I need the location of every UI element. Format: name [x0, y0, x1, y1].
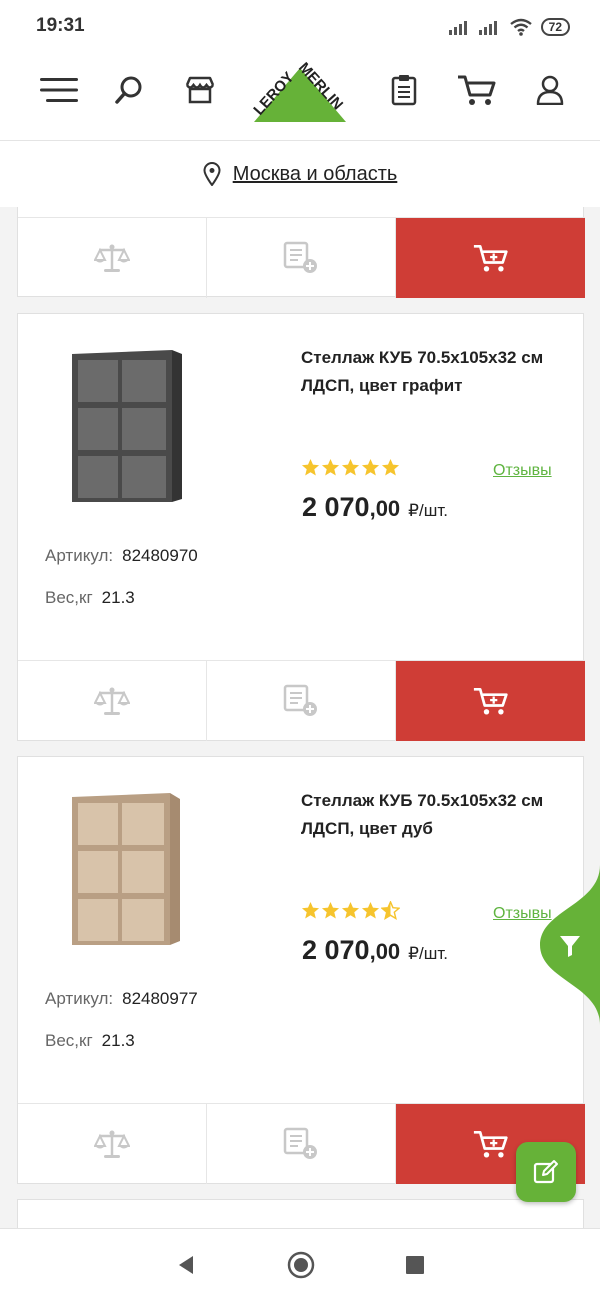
cart-button[interactable] — [456, 52, 498, 128]
store-icon — [185, 76, 215, 104]
product-image[interactable] — [58, 785, 188, 955]
menu-icon — [40, 78, 78, 102]
add-to-list-icon — [283, 684, 317, 716]
article-label: Артикул: — [45, 546, 114, 565]
add-to-cart-button[interactable] — [396, 661, 585, 741]
product-card[interactable]: Стеллаж КУБ 70.5x105x32 см ЛДСП, цвет ду… — [17, 756, 585, 1184]
weight-row: Вес,кг 21.3 — [45, 588, 135, 608]
product-title[interactable]: Стеллаж КУБ 70.5x105x32 см ЛДСП, цвет ду… — [301, 787, 561, 843]
signal-icon — [478, 21, 497, 35]
add-to-cart-button[interactable] — [396, 218, 585, 298]
cart-icon — [473, 687, 508, 715]
stores-button[interactable] — [183, 52, 217, 128]
price-unit: ₽/шт. — [408, 944, 448, 963]
battery-indicator: 72 — [540, 18, 570, 36]
home-icon[interactable] — [287, 1251, 315, 1279]
compare-button[interactable] — [18, 1104, 207, 1184]
product-price: 2 070 ,00 ₽/шт. — [302, 935, 448, 966]
shopping-list-icon — [391, 75, 417, 106]
product-title[interactable]: Стеллаж КУБ 70.5x105x32 см ЛДСП, цвет гр… — [301, 344, 561, 400]
rating-stars — [301, 458, 400, 477]
product-card[interactable] — [17, 1199, 584, 1228]
article-row: Артикул: 82480977 — [45, 989, 198, 1009]
feedback-button[interactable] — [516, 1142, 576, 1202]
card-actions — [18, 660, 585, 741]
cart-icon — [473, 1130, 508, 1158]
star-icon — [301, 901, 320, 919]
leroy-merlin-logo[interactable]: LEROY MERLIN — [248, 56, 352, 124]
profile-icon — [536, 75, 564, 105]
price-fraction: ,00 — [369, 496, 401, 521]
status-bar: 19:31 72 — [0, 0, 600, 52]
search-button[interactable] — [112, 52, 146, 128]
cart-icon — [473, 244, 508, 272]
weight-label: Вес,кг — [45, 588, 93, 607]
product-card[interactable]: Стеллаж КУБ 70.5x105x32 см ЛДСП, цвет гр… — [17, 313, 585, 741]
signal-icon — [448, 21, 467, 35]
app-header: LEROY MERLIN — [0, 52, 600, 141]
compare-scales-icon — [94, 244, 130, 272]
recents-icon[interactable] — [405, 1255, 425, 1275]
cart-icon — [458, 75, 496, 105]
profile-button[interactable] — [533, 52, 567, 128]
location-pin-icon — [203, 162, 221, 186]
shopping-list-button[interactable] — [388, 52, 420, 128]
star-icon — [321, 901, 340, 919]
product-list[interactable]: Стеллаж КУБ 70.5x105x32 см ЛДСП, цвет гр… — [0, 207, 600, 1228]
compare-button[interactable] — [18, 661, 207, 741]
star-icon — [381, 458, 400, 476]
location-selector[interactable]: Москва и область — [0, 141, 600, 207]
price-integer: 2 070 — [302, 935, 370, 965]
back-icon[interactable] — [175, 1254, 197, 1276]
product-image[interactable] — [58, 342, 188, 512]
star-icon — [361, 901, 380, 919]
card-actions — [18, 217, 585, 298]
star-icon — [341, 901, 360, 919]
wifi-icon — [509, 18, 532, 36]
status-icons: 72 — [448, 16, 570, 38]
compare-scales-icon — [94, 687, 130, 715]
article-label: Артикул: — [45, 989, 114, 1008]
weight-row: Вес,кг 21.3 — [45, 1031, 135, 1051]
star-icon — [321, 458, 340, 476]
add-to-list-button[interactable] — [207, 218, 396, 298]
star-icon — [341, 458, 360, 476]
price-fraction: ,00 — [369, 939, 401, 964]
status-time: 19:31 — [36, 15, 85, 36]
weight-value: 21.3 — [101, 588, 135, 607]
menu-button[interactable] — [38, 52, 80, 128]
product-price: 2 070 ,00 ₽/шт. — [302, 492, 448, 523]
rating-stars — [301, 901, 400, 920]
weight-value: 21.3 — [101, 1031, 135, 1050]
half-star-icon — [381, 901, 400, 920]
search-icon — [115, 76, 142, 104]
price-integer: 2 070 — [302, 492, 370, 522]
article-value: 82480970 — [122, 546, 198, 565]
card-actions — [18, 1103, 585, 1184]
star-icon — [361, 458, 380, 476]
compare-button[interactable] — [18, 218, 207, 298]
add-to-list-button[interactable] — [207, 1104, 396, 1184]
reviews-link[interactable]: Отзывы — [493, 462, 552, 480]
article-row: Артикул: 82480970 — [45, 546, 198, 566]
add-to-list-button[interactable] — [207, 661, 396, 741]
edit-icon — [533, 1160, 558, 1184]
product-card — [17, 207, 585, 298]
price-unit: ₽/шт. — [408, 501, 448, 520]
weight-label: Вес,кг — [45, 1031, 93, 1050]
star-icon — [301, 458, 320, 476]
location-label[interactable]: Москва и область — [233, 163, 398, 186]
article-value: 82480977 — [122, 989, 198, 1008]
add-to-list-icon — [283, 241, 317, 273]
filter-button[interactable] — [540, 865, 600, 1025]
system-nav-bar — [0, 1228, 600, 1300]
add-to-list-icon — [283, 1127, 317, 1159]
compare-scales-icon — [94, 1130, 130, 1158]
